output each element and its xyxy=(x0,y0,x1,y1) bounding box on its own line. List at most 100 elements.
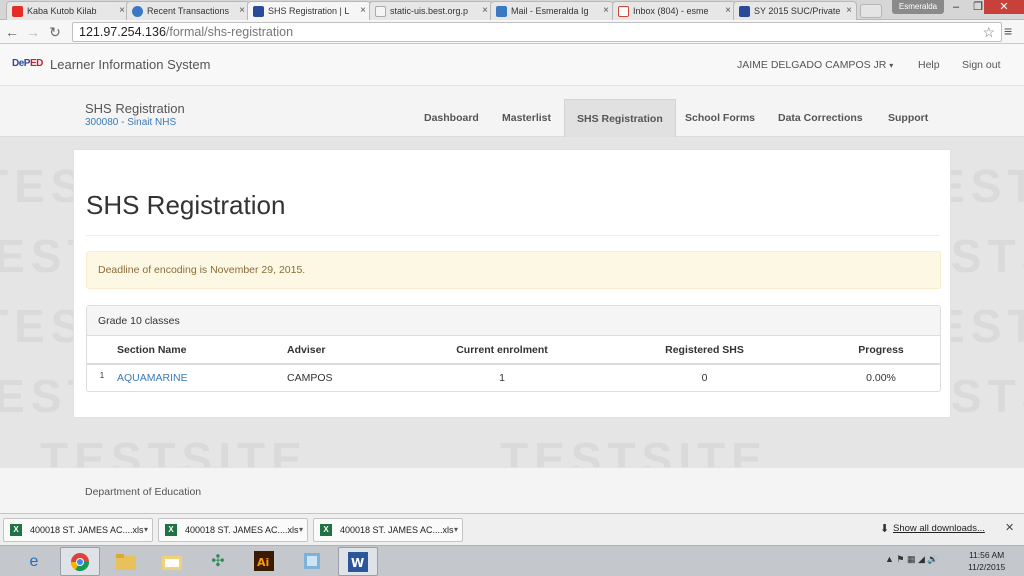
adviser-cell: CAMPOS xyxy=(287,371,333,384)
close-tab-icon[interactable]: × xyxy=(846,5,852,16)
signout-link[interactable]: Sign out xyxy=(962,59,1001,71)
address-bar[interactable]: 121.97.254.136/formal/shs-registration ☆ xyxy=(72,22,1002,42)
chevron-down-icon[interactable]: ▾ xyxy=(454,519,458,541)
close-tab-icon[interactable]: × xyxy=(725,5,731,16)
chrome-icon[interactable] xyxy=(60,547,100,576)
tab-data-corrections[interactable]: Data Corrections xyxy=(766,99,875,137)
browser-tab[interactable]: Inbox (804) - esme × xyxy=(612,1,736,20)
header-section-name: Section Name xyxy=(117,336,287,365)
back-icon[interactable]: ← xyxy=(3,23,21,41)
atom-app-icon[interactable]: ✣ xyxy=(198,547,238,576)
registered-cell: 0 xyxy=(701,371,708,384)
close-tab-icon[interactable]: × xyxy=(239,5,245,16)
word-icon[interactable]: W xyxy=(338,547,378,576)
download-arrow-icon: ⬇ xyxy=(880,523,890,535)
download-filename: 400018 ST. JAMES AC....xls xyxy=(30,525,144,535)
chevron-down-icon[interactable]: ▾ xyxy=(299,519,303,541)
download-item[interactable]: X 400018 ST. JAMES AC....xls ▾ xyxy=(3,518,153,542)
gmail-icon xyxy=(618,6,629,17)
tab-school-forms[interactable]: School Forms xyxy=(673,99,767,137)
tab-title: Mail - Esmeralda Ig xyxy=(511,6,589,16)
site-icon xyxy=(132,6,143,17)
school-id: 300080 - Sinait NHS xyxy=(85,117,177,128)
clock-time: 11:56 AM xyxy=(968,550,1005,560)
page-title: SHS Registration xyxy=(86,190,286,220)
browser-tab[interactable]: SY 2015 SUC/Private × xyxy=(733,1,857,20)
tab-title: SHS Registration | L xyxy=(268,6,350,16)
reload-icon[interactable]: ↻ xyxy=(46,23,64,41)
header-registered-shs: Registered SHS xyxy=(587,336,822,365)
tab-masterlist[interactable]: Masterlist xyxy=(490,99,563,137)
download-item[interactable]: X 400018 ST. JAMES AC....xls ▾ xyxy=(313,518,463,542)
enrolment-cell: 1 xyxy=(499,371,505,384)
tab-title: Inbox (804) - esme xyxy=(633,6,709,16)
window-close-icon[interactable]: ✕ xyxy=(984,0,1024,14)
excel-file-icon: X xyxy=(320,524,332,536)
download-item[interactable]: X 400018 ST. JAMES AC....xls ▾ xyxy=(158,518,308,542)
browser-tab[interactable]: static-uis.best.org.p × xyxy=(369,1,493,20)
illustrator-icon[interactable]: Ai xyxy=(244,547,284,576)
close-downloads-icon[interactable]: ✕ xyxy=(1005,521,1014,534)
tab-support[interactable]: Support xyxy=(876,99,940,137)
address-path: /formal/shs-registration xyxy=(165,25,294,39)
deped-icon xyxy=(739,6,750,17)
browser-menu-icon[interactable]: ≡ xyxy=(1004,23,1012,39)
close-tab-icon[interactable]: × xyxy=(482,5,488,16)
site-navbar: DePED Learner Information System JAIME D… xyxy=(0,44,1024,86)
close-tab-icon[interactable]: × xyxy=(603,5,609,16)
section-link[interactable]: AQUAMARINE xyxy=(117,372,188,384)
bookmark-star-icon[interactable]: ☆ xyxy=(982,23,995,41)
minimize-icon[interactable]: – xyxy=(944,0,968,14)
forward-icon[interactable]: → xyxy=(24,23,42,41)
close-tab-icon[interactable]: × xyxy=(360,5,366,16)
tab-title: Kaba Kutob Kilab xyxy=(27,6,97,16)
chevron-down-icon[interactable]: ▾ xyxy=(144,519,148,541)
window-user-badge[interactable]: Esmeralda xyxy=(892,0,944,14)
clock-date: 11/2/2015 xyxy=(968,562,1006,572)
deped-icon xyxy=(253,6,264,17)
excel-file-icon: X xyxy=(165,524,177,536)
header-current-enrolment: Current enrolment xyxy=(417,336,587,365)
deadline-alert: Deadline of encoding is November 29, 201… xyxy=(86,251,941,289)
tab-shs-registration[interactable]: SHS Registration xyxy=(564,99,676,137)
footer-text: Department of Education xyxy=(85,486,202,498)
windows-taskbar: e ✣ Ai W ▲ ⚑ ▦ ◢ 🔊 11:56 AM 11/2/2015 xyxy=(0,545,1024,576)
table-header-row: Section Name Adviser Current enrolment R… xyxy=(87,336,940,365)
ie-icon[interactable]: e xyxy=(14,547,54,576)
browser-tabstrip: Kaba Kutob Kilab × Recent Transactions ×… xyxy=(0,0,1024,21)
svg-text:Ai: Ai xyxy=(257,556,269,569)
taskbar-clock[interactable]: 11:56 AM 11/2/2015 xyxy=(968,549,1005,573)
address-host: 121.97.254.136 xyxy=(79,25,166,39)
browser-tab-active[interactable]: SHS Registration | L × xyxy=(247,1,371,21)
download-filename: 400018 ST. JAMES AC....xls xyxy=(185,525,299,535)
help-link[interactable]: Help xyxy=(918,59,940,71)
user-menu[interactable]: JAIME DELGADO CAMPOS JR ▾ xyxy=(737,59,893,71)
content-panel: SHS Registration Deadline of encoding is… xyxy=(73,149,951,418)
app-title[interactable]: Learner Information System xyxy=(50,57,210,72)
tab-dashboard[interactable]: Dashboard xyxy=(412,99,491,137)
tab-title: Recent Transactions xyxy=(147,6,230,16)
tab-title: static-uis.best.org.p xyxy=(390,6,469,16)
section-cell: AQUAMARINE xyxy=(117,364,287,390)
browser-tab[interactable]: Mail - Esmeralda Ig × xyxy=(490,1,614,20)
file-explorer-icon[interactable] xyxy=(106,547,146,576)
divider xyxy=(86,235,940,236)
classes-table: Section Name Adviser Current enrolment R… xyxy=(87,336,940,390)
close-tab-icon[interactable]: × xyxy=(119,5,125,16)
app-icon[interactable] xyxy=(292,547,332,576)
svg-text:W: W xyxy=(351,556,364,570)
browser-tab[interactable]: Recent Transactions × xyxy=(126,1,250,20)
system-tray[interactable]: ▲ ⚑ ▦ ◢ 🔊 xyxy=(885,554,939,565)
deped-logo[interactable]: DePED xyxy=(12,58,43,69)
new-tab-button[interactable] xyxy=(860,4,882,18)
browser-tab[interactable]: Kaba Kutob Kilab × xyxy=(6,1,130,20)
progress-cell: 0.00% xyxy=(866,371,896,384)
tab-title: SY 2015 SUC/Private xyxy=(754,6,841,16)
download-filename: 400018 ST. JAMES AC....xls xyxy=(340,525,454,535)
header-cell-index xyxy=(87,336,117,365)
show-all-downloads-link[interactable]: Show all downloads... xyxy=(893,523,985,534)
youtube-icon xyxy=(12,6,23,17)
folder-icon[interactable] xyxy=(152,547,192,576)
downloads-bar: X 400018 ST. JAMES AC....xls ▾ X 400018 … xyxy=(0,513,1024,545)
row-number: 1 xyxy=(99,371,105,380)
